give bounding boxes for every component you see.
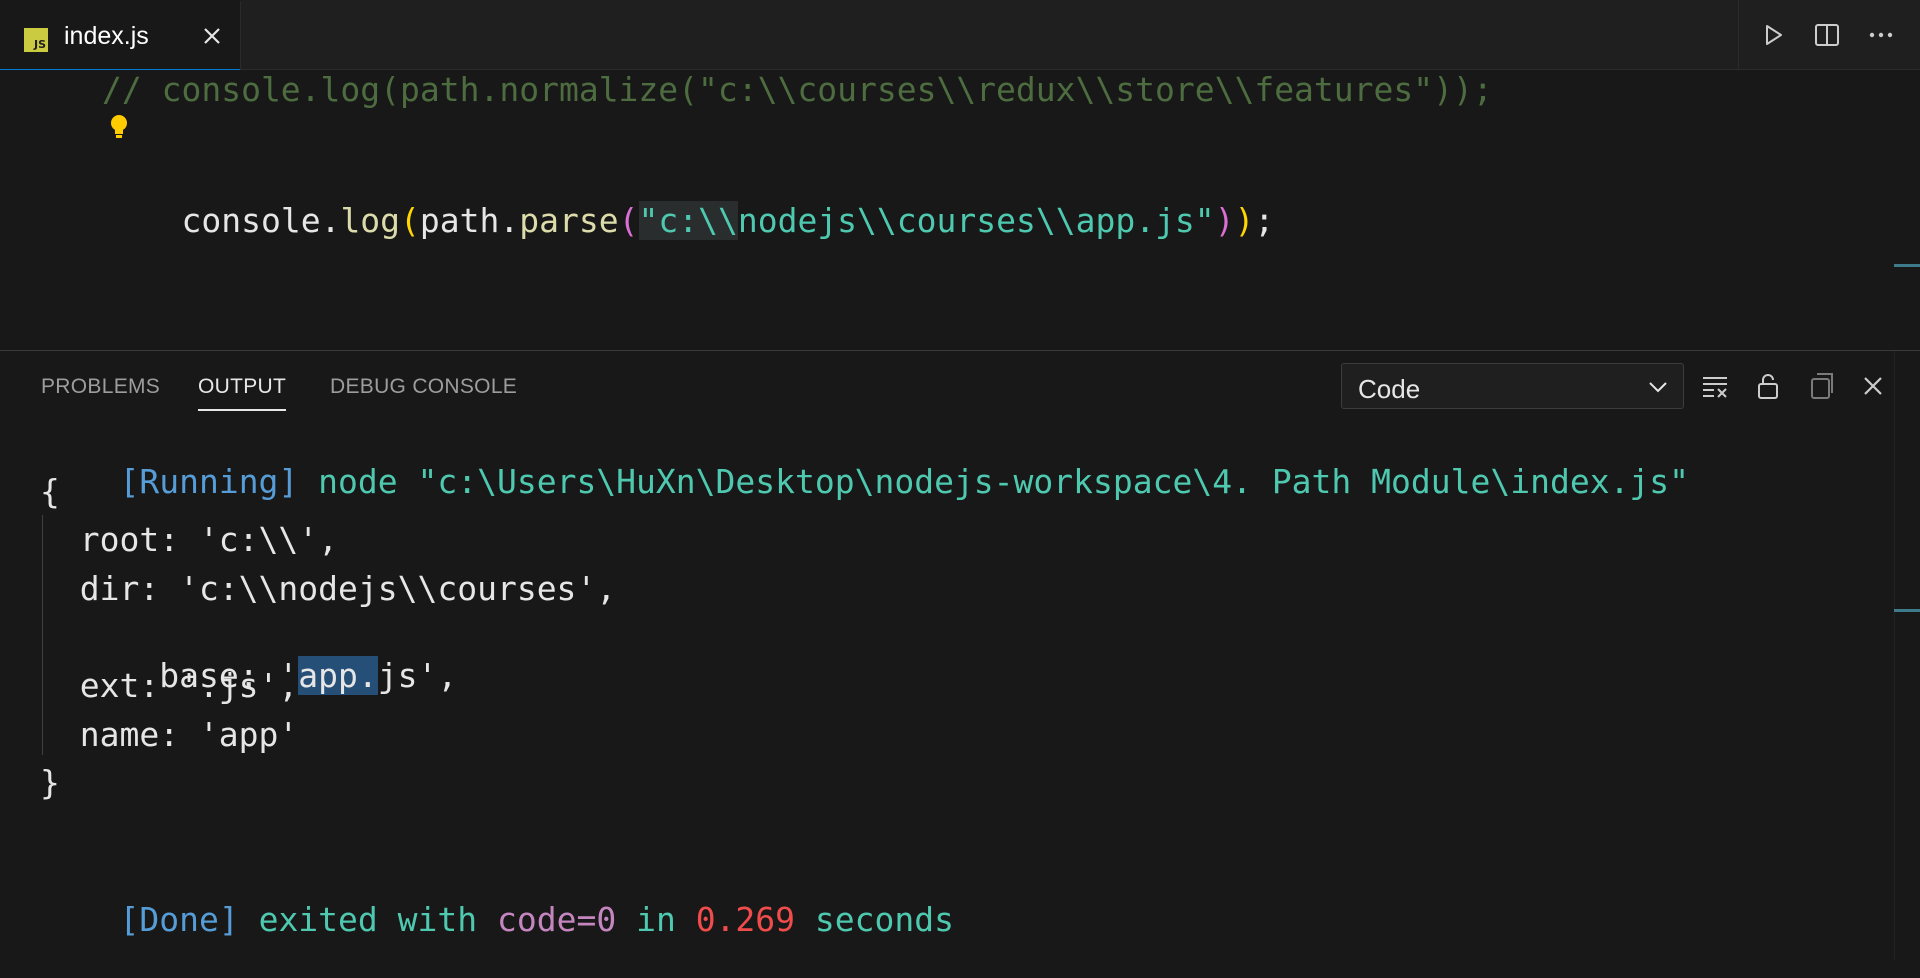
- token-console: console: [181, 201, 321, 240]
- editor-scrollbar-marker[interactable]: [1894, 264, 1920, 267]
- open-in-editor-icon[interactable]: [1807, 371, 1837, 401]
- done-text: seconds: [795, 900, 954, 939]
- tab-output[interactable]: OUTPUT: [198, 375, 287, 411]
- token-dot: .: [499, 201, 520, 240]
- lock-scroll-icon[interactable]: [1753, 371, 1783, 401]
- editor-actions: [1738, 0, 1920, 70]
- output-done-line: [Done] exited with code=0 in 0.269 secon…: [40, 861, 954, 978]
- output-ext: ext: '.js',: [40, 666, 299, 705]
- more-actions-icon[interactable]: [1867, 21, 1895, 49]
- tab-label: index.js: [64, 22, 149, 50]
- code-line-parse: console.log(path.parse("c:\\nodejs\\cour…: [102, 162, 1274, 279]
- token-paren-open: (: [400, 201, 420, 240]
- code-editor[interactable]: // console.log(path.normalize("c:\\cours…: [0, 70, 1920, 350]
- token-paren-close: ): [1214, 201, 1235, 240]
- token-string-highlight: "c:\\: [638, 201, 738, 240]
- split-editor-icon[interactable]: [1813, 21, 1841, 49]
- output-root: root: 'c:\\',: [40, 520, 339, 559]
- lightbulb-icon[interactable]: [106, 112, 132, 142]
- output-dir: dir: 'c:\\nodejs\\courses',: [40, 569, 617, 608]
- token-dot: .: [320, 201, 341, 240]
- chevron-down-icon: [1649, 382, 1667, 393]
- token-paren-close: ): [1234, 201, 1255, 240]
- tab-index-js[interactable]: JS index.js: [0, 0, 241, 71]
- base-suffix: js',: [377, 656, 458, 695]
- running-tag: [Running]: [119, 462, 299, 501]
- done-text: exited with: [238, 900, 497, 939]
- javascript-file-icon-text: JS: [33, 38, 46, 51]
- token-path: path: [419, 201, 500, 240]
- output-name: name: 'app': [40, 715, 299, 754]
- running-command: node "c:\Users\HuXn\Desktop\nodejs-works…: [298, 462, 1690, 501]
- code-line-comment: // console.log(path.normalize("c:\\cours…: [102, 70, 1493, 109]
- bottom-panel: PROBLEMS OUTPUT DEBUG CONSOLE Code [Runn…: [0, 350, 1920, 960]
- output-channel-select[interactable]: Code: [1341, 363, 1684, 409]
- exit-code: code=0: [496, 900, 617, 939]
- token-string: nodejs\\courses\\app.js": [737, 201, 1215, 240]
- panel-scrollbar[interactable]: [1894, 351, 1920, 960]
- base-selection: app.: [298, 656, 378, 695]
- output-close-brace: }: [40, 763, 60, 802]
- done-text: in: [616, 900, 696, 939]
- clear-output-icon[interactable]: [1700, 371, 1730, 401]
- run-icon[interactable]: [1759, 21, 1787, 49]
- panel-scrollbar-marker: [1894, 609, 1920, 612]
- javascript-file-icon: JS: [24, 28, 48, 52]
- close-panel-icon[interactable]: [1858, 371, 1888, 401]
- token-parse: parse: [519, 201, 619, 240]
- elapsed-time: 0.269: [695, 900, 796, 939]
- tab-problems[interactable]: PROBLEMS: [41, 375, 160, 399]
- token-paren-open: (: [618, 201, 639, 240]
- done-tag: [Done]: [119, 900, 239, 939]
- tab-debug-console[interactable]: DEBUG CONSOLE: [330, 375, 517, 399]
- editor-tab-bar: JS index.js: [0, 0, 1920, 71]
- close-icon[interactable]: [198, 22, 226, 50]
- token-semicolon: ;: [1254, 201, 1275, 240]
- token-log: log: [340, 201, 401, 240]
- output-channel-value: Code: [1358, 374, 1421, 404]
- output-open-brace: {: [40, 472, 60, 511]
